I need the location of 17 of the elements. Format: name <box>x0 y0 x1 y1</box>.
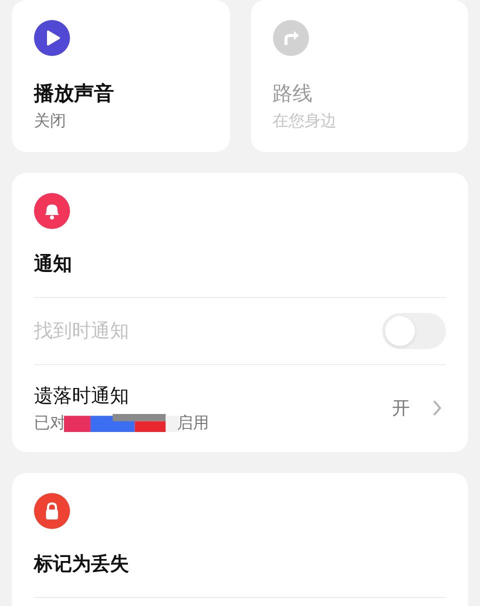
card-title: 路线 <box>272 80 314 107</box>
setting-description: 已对 <box>34 412 66 434</box>
setting-value: 开 <box>392 397 410 420</box>
setting-label: 找到时通知 <box>34 319 130 344</box>
setting-description: 启用 <box>177 412 209 434</box>
section-title: 标记为丢失 <box>34 552 130 577</box>
card-subtitle: 在您身边 <box>272 111 338 132</box>
card-subtitle: 关闭 <box>34 111 67 132</box>
play-icon <box>34 20 70 56</box>
setting-row[interactable]: 遗落时通知 已对 启用 开 <box>34 365 446 451</box>
section-title: 通知 <box>34 252 73 277</box>
setting-label: 遗落时通知 <box>34 384 130 408</box>
action-card[interactable]: 播放声音 关闭 <box>12 0 230 152</box>
card-title: 播放声音 <box>34 80 115 107</box>
bell-icon <box>34 193 70 229</box>
chevron-right-icon <box>432 399 442 417</box>
lock-icon <box>34 493 70 529</box>
